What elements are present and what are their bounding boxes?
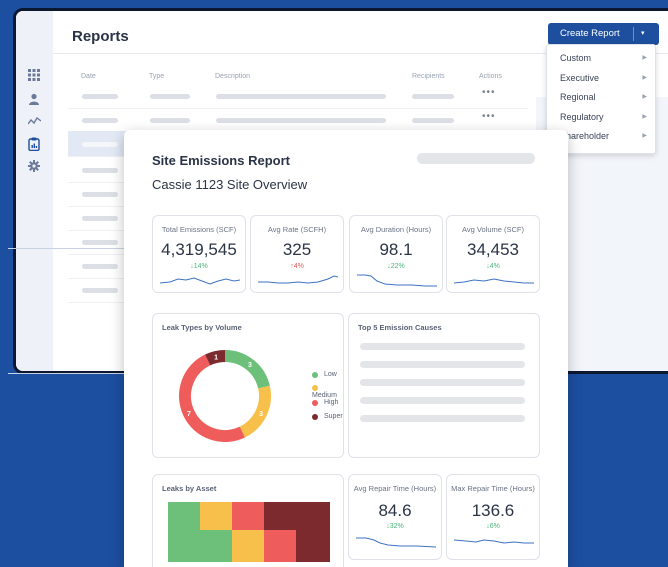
- kpi-avg-repair-time: Avg Repair Time (Hours) 84.6 ↓32%: [348, 474, 442, 560]
- panel-title: Top 5 Emission Causes: [358, 323, 442, 332]
- row-actions-icon[interactable]: •••: [482, 111, 496, 122]
- kpi-value: 4,319,545: [161, 240, 237, 259]
- leaks-by-asset-heatmap: [168, 502, 330, 567]
- placeholder-pill: [417, 153, 535, 164]
- panel-title: Leak Types by Volume: [162, 323, 242, 332]
- kpi-label: Max Repair Time (Hours): [451, 484, 535, 493]
- kpi-value: 136.6: [471, 501, 515, 520]
- donut-label-high: 7: [187, 411, 191, 418]
- sparkline: [454, 539, 534, 544]
- kpi-change: ↓14%: [190, 263, 208, 270]
- kpi-value: 98.1: [379, 240, 413, 259]
- donut-label-low: 3: [248, 362, 252, 369]
- panel-title: Leaks by Asset: [162, 484, 217, 493]
- column-header-date: Date: [81, 73, 96, 80]
- kpi-label: Avg Volume (SCF): [462, 225, 524, 234]
- legend-item-super: Super: [312, 413, 343, 420]
- sparkline: [160, 277, 240, 285]
- kpi-label: Total Emissions (SCF): [161, 225, 237, 234]
- menu-item-executive[interactable]: Executive ▶: [547, 69, 655, 88]
- chevron-right-icon: ▶: [642, 94, 647, 100]
- button-separator: [633, 27, 634, 41]
- kpi-max-repair-time: Max Repair Time (Hours) 136.6 ↓6%: [446, 474, 540, 560]
- trend-line-icon[interactable]: [26, 115, 41, 129]
- kpi-avg-rate: Avg Rate (SCFH) 325 ↑4%: [250, 215, 344, 293]
- chevron-down-icon[interactable]: ▾: [641, 23, 645, 45]
- donut-slice-high: [179, 354, 245, 442]
- kpi-total-emissions: Total Emissions (SCF) 4,319,545 ↓14%: [152, 215, 246, 293]
- create-report-button[interactable]: Create Report ▾: [548, 23, 659, 45]
- sparkline: [454, 278, 534, 284]
- legend-item-high: High: [312, 399, 338, 406]
- column-header-type: Type: [149, 73, 165, 80]
- divider-line: [8, 373, 126, 374]
- column-header-actions: Actions: [479, 73, 502, 80]
- top-emission-causes-panel: Top 5 Emission Causes: [348, 313, 540, 458]
- nav-rail: [16, 11, 53, 371]
- menu-item-regional[interactable]: Regional ▶: [547, 88, 655, 107]
- table-row[interactable]: •••: [68, 83, 528, 109]
- gear-icon[interactable]: [27, 160, 41, 174]
- kpi-change: ↓32%: [386, 523, 404, 530]
- kpi-avg-duration: Avg Duration (Hours) 98.1 ↓22%: [349, 215, 443, 293]
- site-emissions-report-card: Site Emissions Report Cassie 1123 Site O…: [124, 130, 568, 567]
- legend-item-low: Low: [312, 371, 337, 378]
- chevron-right-icon: ▶: [642, 114, 647, 120]
- kpi-avg-volume: Avg Volume (SCF) 34,453 ↓4%: [446, 215, 540, 293]
- donut-slice-low: [224, 350, 270, 389]
- column-header-recipients: Recipients: [412, 73, 445, 80]
- kpi-label: Avg Rate (SCFH): [267, 225, 327, 234]
- report-title: Site Emissions Report: [152, 153, 290, 168]
- leak-types-panel: Leak Types by Volume 3 3 7 1 Low Medium Hig…: [152, 313, 344, 458]
- page-title: Reports: [72, 28, 129, 45]
- apps-grid-icon[interactable]: [27, 69, 41, 83]
- kpi-value: 84.6: [378, 501, 412, 520]
- chevron-right-icon: ▶: [642, 75, 647, 81]
- sparkline: [356, 537, 436, 548]
- create-report-label: Create Report: [560, 28, 620, 39]
- divider-line: [8, 248, 126, 249]
- kpi-change: ↓6%: [486, 523, 500, 530]
- donut-label-medium: 3: [259, 411, 263, 418]
- kpi-value: 34,453: [467, 240, 519, 259]
- kpi-change: ↑4%: [290, 263, 304, 270]
- kpi-change: ↓4%: [486, 263, 500, 270]
- report-subtitle: Cassie 1123 Site Overview: [152, 177, 308, 192]
- sparkline: [357, 274, 437, 287]
- leak-types-donut: 3 3 7 1: [179, 350, 271, 442]
- leaks-by-asset-panel: Leaks by Asset: [152, 474, 344, 567]
- sparkline: [258, 275, 338, 284]
- donut-slice-medium: [239, 385, 271, 438]
- row-actions-icon[interactable]: •••: [482, 87, 496, 98]
- donut-label-super: 1: [214, 355, 218, 362]
- kpi-change: ↓22%: [387, 263, 405, 270]
- clipboard-report-icon[interactable]: [27, 137, 41, 152]
- menu-item-custom[interactable]: Custom ▶: [547, 49, 655, 68]
- kpi-value: 325: [282, 240, 312, 259]
- menu-item-regulatory[interactable]: Regulatory ▶: [547, 108, 655, 127]
- legend-item-medium: Medium: [312, 385, 343, 399]
- column-header-description: Description: [215, 73, 251, 80]
- kpi-label: Avg Duration (Hours): [360, 225, 432, 234]
- user-icon[interactable]: [27, 93, 41, 107]
- kpi-label: Avg Repair Time (Hours): [353, 484, 437, 493]
- chevron-right-icon: ▶: [642, 55, 647, 61]
- chevron-right-icon: ▶: [642, 133, 647, 139]
